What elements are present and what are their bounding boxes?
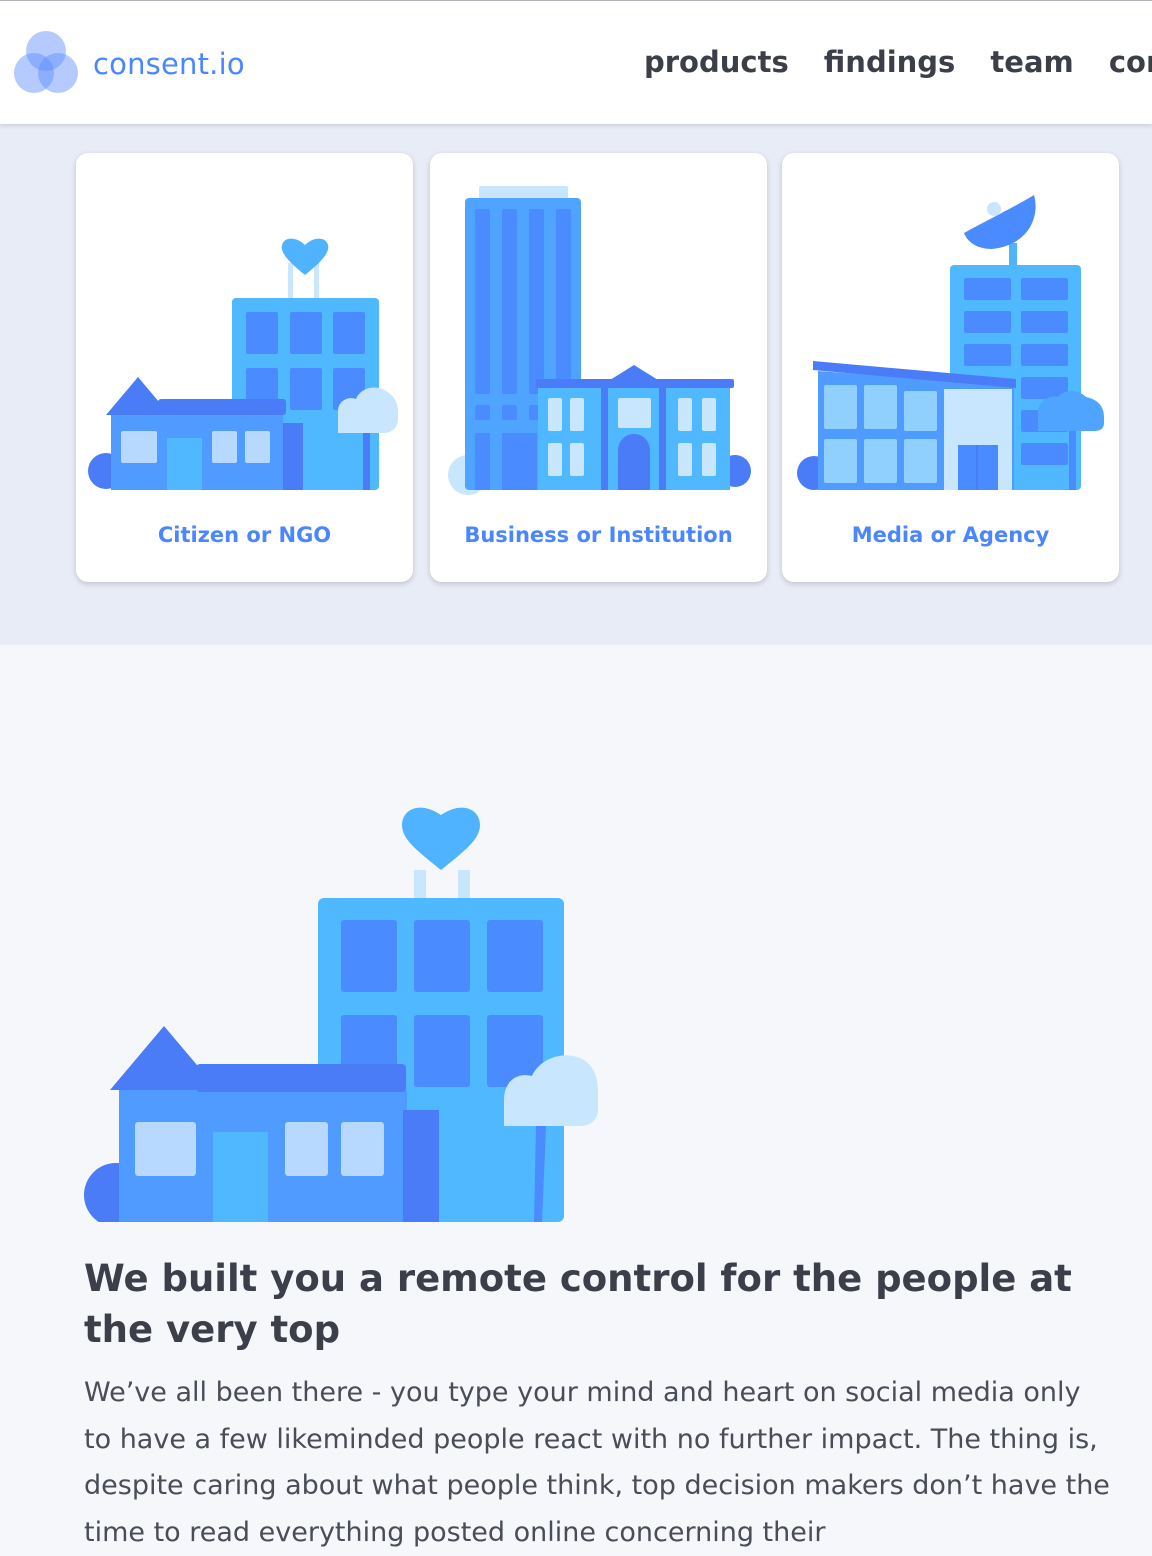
card-label-citizen: Citizen or NGO bbox=[157, 523, 332, 547]
card-business-institution[interactable]: Business or Institution bbox=[430, 153, 767, 582]
business-buildings-icon bbox=[448, 186, 751, 495]
nav-item-products[interactable]: products bbox=[644, 45, 789, 79]
card-media-agency[interactable]: Media or Agency bbox=[782, 153, 1119, 582]
nav-item-contact[interactable]: contac bbox=[1109, 45, 1152, 79]
main-nav: products findings team contac bbox=[644, 45, 1152, 79]
intro-paragraph: We’ve all been there - you type your min… bbox=[84, 1377, 1110, 1548]
nav-item-team[interactable]: team bbox=[990, 45, 1073, 79]
media-buildings-icon bbox=[797, 195, 1104, 490]
card-label-business: Business or Institution bbox=[464, 523, 733, 547]
brand-name[interactable]: consent.io bbox=[93, 47, 245, 81]
citizen-buildings-icon bbox=[88, 238, 398, 490]
hero-citizen-buildings-icon bbox=[84, 807, 598, 1222]
card-label-media: Media or Agency bbox=[851, 523, 1050, 547]
card-citizen-ngo[interactable]: Citizen or NGO bbox=[76, 153, 413, 582]
nav-item-findings[interactable]: findings bbox=[824, 45, 956, 79]
page-headline: We built you a remote control for the pe… bbox=[84, 1257, 1072, 1351]
consent-logo-icon[interactable] bbox=[14, 31, 80, 95]
top-navbar: consent.io products findings team contac bbox=[0, 1, 1152, 124]
